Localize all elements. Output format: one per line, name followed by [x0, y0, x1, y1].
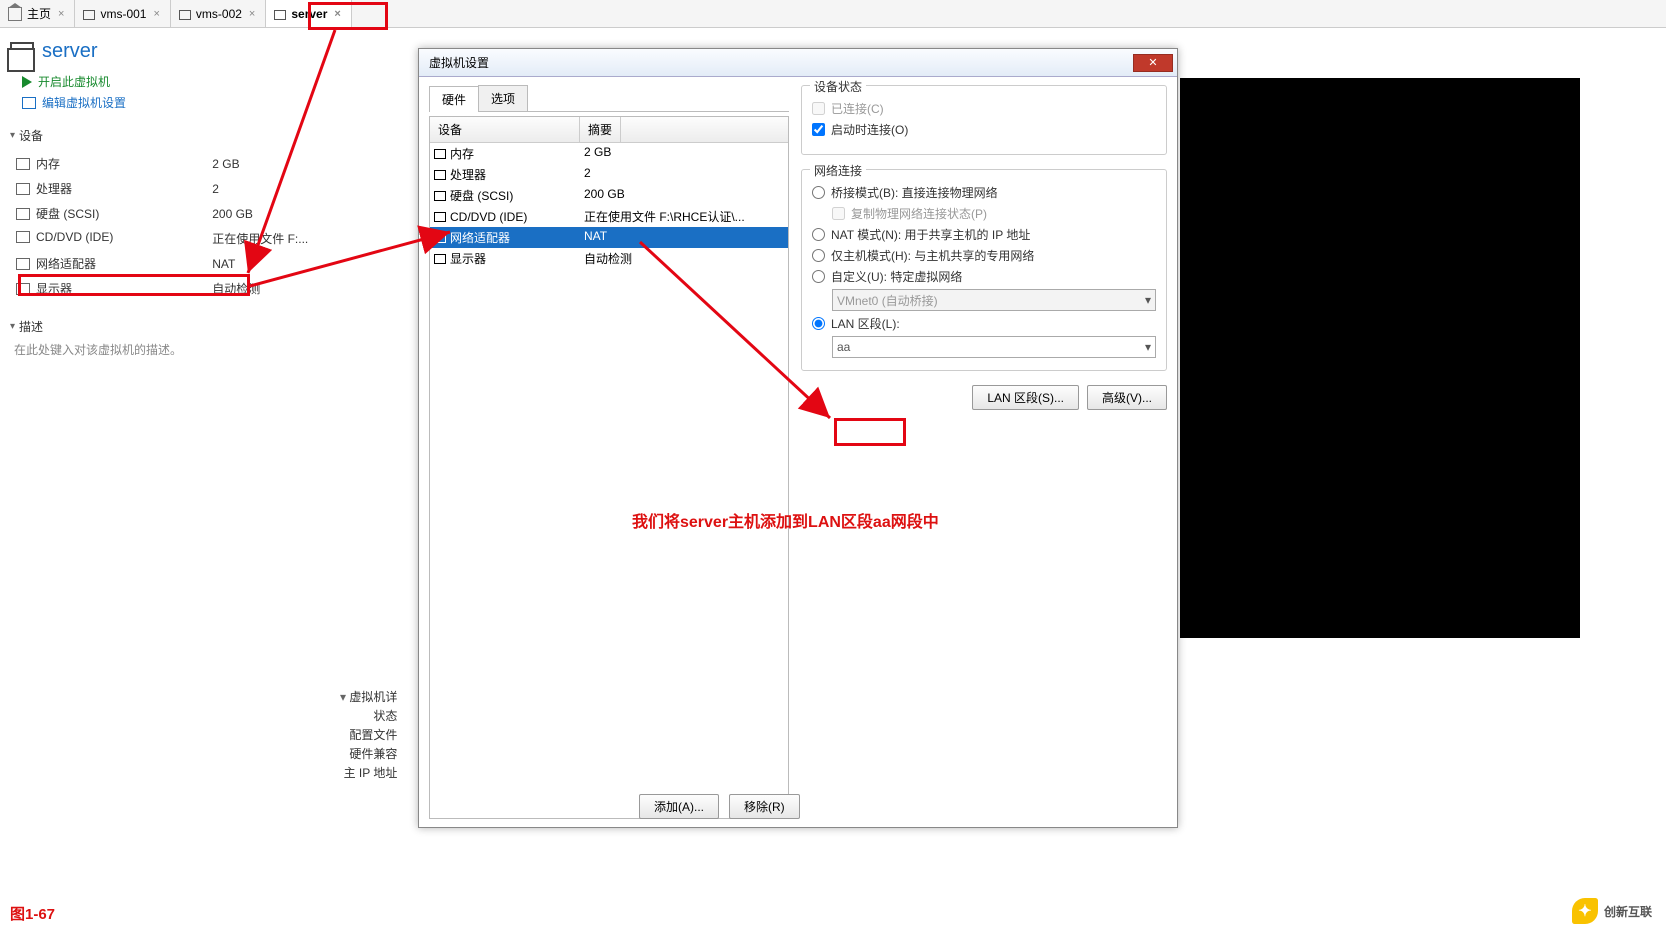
- description-placeholder[interactable]: 在此处键入对该虚拟机的描述。: [10, 341, 320, 358]
- lan-segments-button[interactable]: LAN 区段(S)...: [972, 385, 1079, 410]
- group-title: 网络连接: [810, 162, 866, 179]
- vm-title: server: [10, 40, 320, 63]
- hw-row-disk[interactable]: 硬盘 (SCSI)200 GB: [430, 185, 788, 206]
- dialog-close-button[interactable]: ✕: [1133, 54, 1173, 72]
- memory-icon: [434, 149, 446, 159]
- vm-icon: [179, 10, 191, 20]
- logo-text: 创新互联: [1604, 903, 1652, 920]
- vm-details-head[interactable]: 虚拟机详: [340, 688, 397, 705]
- annotation-box: [18, 274, 250, 296]
- custom-radio[interactable]: 自定义(U): 特定虚拟网络: [812, 268, 1156, 285]
- annotation-text: 我们将server主机添加到LAN区段aa网段中: [632, 508, 939, 532]
- disk-icon: [16, 208, 30, 220]
- hw-row-cd[interactable]: CD/DVD (IDE)正在使用文件 F:\RHCE认证\...: [430, 206, 788, 227]
- hw-row-network[interactable]: 网络适配器NAT: [430, 227, 788, 248]
- close-icon[interactable]: ×: [56, 8, 66, 20]
- remove-hardware-button[interactable]: 移除(R): [729, 794, 800, 819]
- hardware-list-header: 设备摘要: [430, 117, 788, 143]
- description-section-head[interactable]: 描述: [10, 318, 320, 335]
- tab-hardware[interactable]: 硬件: [429, 86, 479, 112]
- tab-bar: 主页× vms-001× vms-002× server×: [0, 0, 1666, 28]
- device-row-network[interactable]: 网络适配器NAT: [12, 252, 318, 275]
- nat-radio[interactable]: NAT 模式(N): 用于共享主机的 IP 地址: [812, 226, 1156, 243]
- disk-icon: [434, 191, 446, 201]
- figure-label: 图1-67: [10, 903, 55, 924]
- cpu-icon: [16, 183, 30, 195]
- bridged-radio[interactable]: 桥接模式(B): 直接连接物理网络: [812, 184, 1156, 201]
- vm-icon: [274, 10, 286, 20]
- advanced-button[interactable]: 高级(V)...: [1087, 385, 1167, 410]
- group-title: 设备状态: [810, 78, 866, 95]
- tab-options[interactable]: 选项: [478, 85, 528, 111]
- hostonly-radio[interactable]: 仅主机模式(H): 与主机共享的专用网络: [812, 247, 1156, 264]
- page-title: server: [42, 40, 98, 63]
- chevron-down-icon: ▾: [1145, 293, 1151, 307]
- device-status-group: 设备状态 已连接(C) 启动时连接(O): [801, 85, 1167, 155]
- close-icon[interactable]: ×: [247, 8, 257, 20]
- dialog-title: 虚拟机设置: [429, 54, 489, 71]
- memory-icon: [16, 158, 30, 170]
- vm-detail-row: 硬件兼容: [340, 745, 397, 762]
- vm-details-section: 虚拟机详 状态 配置文件 硬件兼容 主 IP 地址: [340, 688, 397, 781]
- vm-detail-row: 主 IP 地址: [340, 764, 397, 781]
- cpu-icon: [434, 170, 446, 180]
- tab-vms-002[interactable]: vms-002×: [171, 0, 266, 27]
- chevron-down-icon: ▾: [1145, 340, 1151, 354]
- add-hardware-button[interactable]: 添加(A)...: [639, 794, 719, 819]
- vm-detail-row: 配置文件: [340, 726, 397, 743]
- vm-settings-dialog: 虚拟机设置 ✕ 硬件 选项 设备摘要 内存2 GB 处理器2 硬盘 (SCSI)…: [418, 48, 1178, 828]
- tab-home[interactable]: 主页×: [0, 0, 75, 27]
- vm-large-icon: [10, 42, 34, 62]
- cd-icon: [16, 231, 30, 243]
- hw-row-memory[interactable]: 内存2 GB: [430, 143, 788, 164]
- hw-row-cpu[interactable]: 处理器2: [430, 164, 788, 185]
- device-row[interactable]: CD/DVD (IDE)正在使用文件 F:...: [12, 227, 318, 250]
- home-icon: [8, 7, 22, 21]
- edit-vm-settings-button[interactable]: 编辑虚拟机设置: [22, 94, 320, 111]
- vm-summary-panel: server 开启此虚拟机 编辑虚拟机设置 设备 内存2 GB 处理器2 硬盘 …: [0, 28, 330, 368]
- vm-icon: [83, 10, 95, 20]
- annotation-box: [308, 2, 388, 30]
- devices-section-head[interactable]: 设备: [10, 127, 320, 144]
- net-icon: [434, 233, 446, 243]
- device-row[interactable]: 处理器2: [12, 177, 318, 200]
- lan-segment-radio[interactable]: LAN 区段(L):: [812, 315, 1156, 332]
- device-row[interactable]: 硬盘 (SCSI)200 GB: [12, 202, 318, 225]
- brand-logo: ✦ 创新互联: [1572, 898, 1652, 924]
- vmnet-select: VMnet0 (自动桥接)▾: [832, 289, 1156, 311]
- close-icon[interactable]: ×: [151, 8, 161, 20]
- start-vm-button[interactable]: 开启此虚拟机: [22, 73, 320, 90]
- dialog-tabs: 硬件 选项: [429, 85, 789, 112]
- display-icon: [434, 254, 446, 264]
- cd-icon: [434, 212, 446, 222]
- annotation-box: [834, 418, 906, 446]
- dialog-titlebar[interactable]: 虚拟机设置 ✕: [419, 49, 1177, 77]
- tab-vms-001[interactable]: vms-001×: [75, 0, 170, 27]
- vm-console-preview[interactable]: [1180, 78, 1580, 638]
- connect-at-startup-checkbox[interactable]: 启动时连接(O): [812, 121, 1156, 138]
- logo-icon: ✦: [1572, 898, 1598, 924]
- device-row[interactable]: 内存2 GB: [12, 152, 318, 175]
- replicate-checkbox: 复制物理网络连接状态(P): [832, 205, 1156, 222]
- hw-row-display[interactable]: 显示器自动检测: [430, 248, 788, 269]
- net-icon: [16, 258, 30, 270]
- lan-segment-select[interactable]: aa▾: [832, 336, 1156, 358]
- hardware-list: 设备摘要 内存2 GB 处理器2 硬盘 (SCSI)200 GB CD/DVD …: [429, 116, 789, 819]
- connected-checkbox: 已连接(C): [812, 100, 1156, 117]
- vm-detail-row: 状态: [340, 707, 397, 724]
- network-connection-group: 网络连接 桥接模式(B): 直接连接物理网络 复制物理网络连接状态(P) NAT…: [801, 169, 1167, 371]
